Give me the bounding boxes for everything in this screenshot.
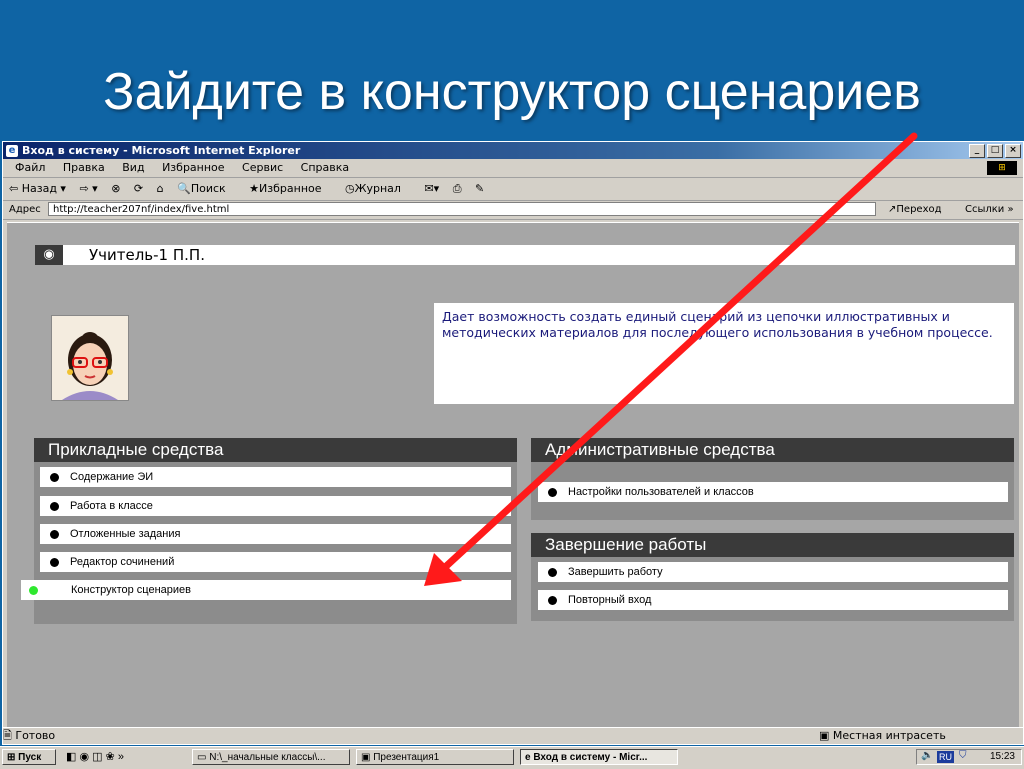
maximize-button[interactable]: □ — [987, 144, 1003, 158]
menu-file[interactable]: Файл — [15, 161, 45, 174]
admin-tools-panel: Административные средства — [531, 438, 1014, 520]
back-button[interactable]: ⇦ Назад ▾ — [9, 182, 66, 195]
menu-favorites[interactable]: Избранное — [162, 161, 224, 174]
menu-help[interactable]: Справка — [301, 161, 349, 174]
page-icon: 🗎 — [3, 729, 12, 742]
taskbar: ⊞ Пуск ◧ ◉ ◫ ❀ » ▭ N:\_начальные классы\… — [0, 746, 1024, 769]
menu-item-label: Настройки пользователей и классов — [568, 486, 754, 498]
user-bar: ◉ Учитель-1 П.П. — [35, 245, 1015, 265]
menu-item-deferred-tasks[interactable]: Отложенные задания — [40, 524, 511, 544]
bullet-icon — [548, 596, 557, 605]
bullet-icon — [50, 558, 59, 567]
menu-item-label: Отложенные задания — [70, 528, 181, 540]
menu-item-essay-editor[interactable]: Редактор сочинений — [40, 552, 511, 572]
system-tray: 🔈 RU ⛉ 15:23 — [916, 749, 1022, 765]
bullet-icon — [50, 530, 59, 539]
history-button[interactable]: ◷Журнал — [345, 182, 411, 195]
links-button[interactable]: Ссылки » — [965, 201, 1014, 219]
finish-title: Завершение работы — [531, 533, 1014, 557]
search-label: Поиск — [190, 182, 226, 195]
speaker-icon[interactable]: 🔈 — [921, 750, 933, 761]
applied-tools-title: Прикладные средства — [34, 438, 517, 462]
admin-tools-title: Административные средства — [531, 438, 1014, 462]
info-box: Дает возможность создать единый сценарий… — [434, 303, 1014, 404]
start-label: Пуск — [18, 752, 42, 763]
taskbar-label: Вход в систему - Micr... — [533, 752, 648, 763]
favorites-button[interactable]: ★Избранное — [249, 182, 331, 195]
print-icon[interactable]: ⎙ — [453, 182, 462, 195]
menu-item-label: Завершить работу — [568, 566, 663, 578]
menu-item-logout[interactable]: Завершить работу — [538, 562, 1008, 582]
taskbar-button-folder[interactable]: ▭ N:\_начальные классы\... — [192, 749, 350, 765]
window-title: Вход в систему - Microsoft Internet Expl… — [22, 144, 301, 157]
quicklaunch-icons[interactable]: ◧ ◉ ◫ ❀ » — [66, 750, 124, 763]
status-bar: 🗎 Готово ▣ Местная интрасеть — [3, 727, 1023, 744]
bullet-icon — [50, 502, 59, 511]
address-bar: Адрес http://teacher207nf/index/five.htm… — [3, 201, 1023, 220]
menu-item-class-work[interactable]: Работа в классе — [40, 496, 511, 516]
menu-edit[interactable]: Правка — [63, 161, 105, 174]
zone-indicator: ▣ Местная интрасеть — [819, 729, 946, 742]
bullet-icon — [548, 568, 557, 577]
language-indicator[interactable]: RU — [937, 751, 954, 763]
ie-icon: e — [6, 145, 18, 157]
slide-title: Зайдите в конструктор сценариев — [103, 63, 921, 121]
taskbar-button-browser[interactable]: e Вход в систему - Micr... — [520, 749, 678, 765]
toolbar: ⇦ Назад ▾ ⇨ ▾ ⊗ ⟳ ⌂ 🔍Поиск ★Избранное ◷Ж… — [3, 178, 1023, 201]
taskbar-label: Презентация1 — [373, 752, 440, 763]
clock: 15:23 — [989, 751, 1015, 762]
search-button[interactable]: 🔍Поиск — [177, 182, 236, 195]
links-label: Ссылки — [965, 204, 1005, 215]
taskbar-label: N:\_начальные классы\... — [209, 752, 326, 763]
edit-icon[interactable]: ✎ — [475, 182, 484, 195]
bullet-icon — [548, 488, 557, 497]
forward-button[interactable]: ⇨ ▾ — [79, 182, 97, 195]
bullet-icon — [50, 473, 59, 482]
go-button[interactable]: ↗Переход — [888, 201, 942, 219]
address-label: Адрес — [9, 204, 41, 215]
taskbar-button-presentation[interactable]: ▣ Презентация1 — [356, 749, 514, 765]
refresh-icon[interactable]: ⟳ — [134, 182, 143, 195]
minimize-button[interactable]: _ — [969, 144, 985, 158]
menu-view[interactable]: Вид — [122, 161, 144, 174]
menu-bar: Файл Правка Вид Избранное Сервис Справка… — [3, 159, 1023, 178]
history-label: Журнал — [354, 182, 401, 195]
close-button[interactable]: × — [1005, 144, 1021, 158]
start-button[interactable]: ⊞ Пуск — [2, 749, 56, 765]
menu-item-scenario-constructor[interactable]: Конструктор сценариев — [21, 580, 511, 600]
windows-logo-icon: ⊞ — [987, 161, 1017, 175]
menu-item-label: Работа в классе — [70, 500, 153, 512]
menu-item-label: Конструктор сценариев — [71, 584, 191, 596]
menu-item-content[interactable]: Содержание ЭИ — [40, 467, 511, 487]
menu-item-label: Редактор сочинений — [70, 556, 175, 568]
shield-icon[interactable]: ⛉ — [959, 750, 967, 761]
status-text: Готово — [15, 729, 56, 742]
menu-item-relogin[interactable]: Повторный вход — [538, 590, 1008, 610]
menu-item-user-settings[interactable]: Настройки пользователей и классов — [538, 482, 1008, 502]
page-content: ◉ Учитель-1 П.П. Дает возможность создат… — [7, 222, 1019, 727]
user-name: Учитель-1 П.П. — [89, 246, 205, 264]
browser-window: e Вход в систему - Microsoft Internet Exp… — [2, 141, 1024, 745]
globe-icon: ◉ — [35, 245, 63, 265]
window-titlebar: e Вход в систему - Microsoft Internet Exp… — [3, 142, 1023, 159]
home-icon[interactable]: ⌂ — [157, 182, 164, 195]
menu-item-label: Повторный вход — [568, 594, 652, 606]
stop-icon[interactable]: ⊗ — [111, 182, 120, 195]
address-input[interactable]: http://teacher207nf/index/five.html — [48, 202, 876, 216]
mail-icon[interactable]: ✉▾ — [424, 182, 439, 195]
favorites-label: Избранное — [259, 182, 322, 195]
active-bullet-icon — [29, 586, 38, 595]
go-label: Переход — [896, 204, 942, 215]
avatar — [51, 315, 129, 401]
menu-item-label: Содержание ЭИ — [70, 471, 154, 483]
menu-tools[interactable]: Сервис — [242, 161, 283, 174]
zone-label: Местная интрасеть — [832, 729, 946, 742]
